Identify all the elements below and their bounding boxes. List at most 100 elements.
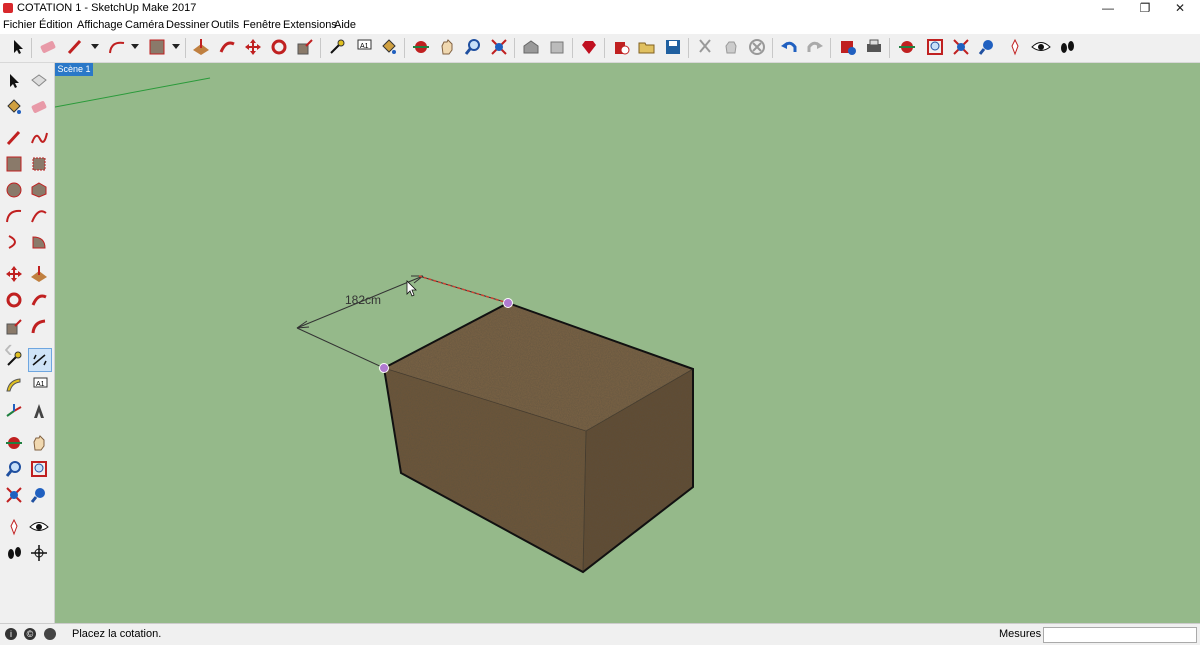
status-bar: i © Placez la cotation. Mesures xyxy=(0,623,1200,645)
zoom-window-icon[interactable] xyxy=(924,36,946,58)
pan-tool-icon[interactable] xyxy=(436,36,458,58)
minimize-button[interactable]: — xyxy=(1088,0,1128,17)
menu-outils[interactable]: Outils xyxy=(211,19,239,31)
orbit-camera-icon[interactable] xyxy=(896,36,918,58)
text-tool-icon[interactable]: A1 xyxy=(352,36,374,58)
close-button[interactable]: ✕ xyxy=(1160,0,1200,17)
paint-bucket-tool-icon[interactable] xyxy=(3,96,25,118)
zoom-extents-tool-icon[interactable] xyxy=(488,36,510,58)
pie-tool-icon[interactable] xyxy=(28,231,50,253)
look-around-icon[interactable] xyxy=(28,516,50,538)
print-icon[interactable] xyxy=(863,36,885,58)
measures-input[interactable] xyxy=(1043,627,1197,643)
rectangle-tool-icon[interactable] xyxy=(3,153,25,175)
arc-dropdown-icon[interactable] xyxy=(124,36,146,58)
orbit-tool-icon[interactable] xyxy=(410,36,432,58)
dimension-value-label[interactable]: 182cm xyxy=(345,293,381,307)
select-tool-icon[interactable] xyxy=(7,36,29,58)
select-tool-icon[interactable] xyxy=(3,70,25,92)
eraser-tool-icon[interactable] xyxy=(37,36,59,58)
protractor-tool-icon[interactable] xyxy=(3,374,25,396)
redo-icon[interactable] xyxy=(804,36,826,58)
wood-box[interactable] xyxy=(382,301,694,574)
push-pull-tool-icon[interactable] xyxy=(190,36,212,58)
menu-edition[interactable]: Édition xyxy=(39,19,73,31)
zoom-tool-icon[interactable] xyxy=(3,458,25,480)
line-tool-icon[interactable] xyxy=(3,127,25,149)
share-model-icon[interactable] xyxy=(546,36,568,58)
status-message: Placez la cotation. xyxy=(72,628,162,640)
zoom-extents-camera-icon[interactable] xyxy=(950,36,972,58)
ruby-console-icon[interactable] xyxy=(578,36,600,58)
restore-button[interactable]: ❐ xyxy=(1125,0,1165,17)
pencil-tool-icon[interactable] xyxy=(64,36,86,58)
open-file-icon[interactable] xyxy=(636,36,658,58)
arc-tool-icon[interactable] xyxy=(3,205,25,227)
menu-dessiner[interactable]: Dessiner xyxy=(166,19,209,31)
menu-fichier[interactable]: Fichier xyxy=(3,19,36,31)
model-canvas xyxy=(55,63,694,574)
rotate-tool-icon[interactable] xyxy=(3,289,25,311)
scale-tool-icon[interactable] xyxy=(294,36,316,58)
previous-view-icon[interactable] xyxy=(28,484,50,506)
tape-measure-tool-icon[interactable] xyxy=(326,36,348,58)
make-component-icon[interactable] xyxy=(28,70,50,92)
new-file-icon[interactable] xyxy=(610,36,632,58)
zoom-window-icon[interactable] xyxy=(28,458,50,480)
warehouse-icon[interactable] xyxy=(520,36,542,58)
scene-tab[interactable]: Scène 1 xyxy=(55,63,93,76)
save-file-icon[interactable] xyxy=(662,36,684,58)
text-tool-icon[interactable]: A1 xyxy=(28,374,50,396)
pencil-dropdown-icon[interactable] xyxy=(84,36,106,58)
mouse-cursor-icon xyxy=(406,280,417,297)
drawing-viewport[interactable]: 182cm xyxy=(55,63,1200,623)
dimension-tool-icon[interactable] xyxy=(28,348,52,372)
menu-bar: Fichier Édition Affichage Caméra Dessine… xyxy=(0,17,1200,34)
endpoint-marker xyxy=(503,298,513,308)
dimension-arrow-left xyxy=(296,320,310,329)
position-camera-icon[interactable] xyxy=(3,516,25,538)
freehand-tool-icon[interactable] xyxy=(28,127,50,149)
follow-me-tool-icon[interactable] xyxy=(216,36,238,58)
offset-tool-icon[interactable] xyxy=(28,316,50,338)
position-camera-icon[interactable] xyxy=(1004,36,1026,58)
menu-extensions[interactable]: Extensions xyxy=(283,19,337,31)
axes-tool-icon[interactable] xyxy=(3,400,25,422)
copy-icon[interactable] xyxy=(720,36,742,58)
two-point-arc-icon[interactable] xyxy=(28,205,50,227)
move-tool-icon[interactable] xyxy=(242,36,264,58)
pan-tool-icon[interactable] xyxy=(28,432,50,454)
push-pull-tool-icon[interactable] xyxy=(28,263,50,285)
eraser-tool-icon[interactable] xyxy=(28,96,50,118)
rotated-rectangle-icon[interactable] xyxy=(28,153,50,175)
paint-bucket-tool-icon[interactable] xyxy=(378,36,400,58)
undo-icon[interactable] xyxy=(778,36,800,58)
user-account-icon[interactable] xyxy=(44,628,56,640)
zoom-extents-tool-icon[interactable] xyxy=(3,484,25,506)
rectangle-dropdown-icon[interactable] xyxy=(165,36,187,58)
walk-tool-icon[interactable] xyxy=(1056,36,1078,58)
zoom-tool-icon[interactable] xyxy=(462,36,484,58)
sketchup-logo-icon xyxy=(3,3,13,13)
look-around-icon[interactable] xyxy=(1030,36,1052,58)
menu-aide[interactable]: Aide xyxy=(334,19,356,31)
model-info-icon[interactable] xyxy=(837,36,859,58)
menu-camera[interactable]: Caméra xyxy=(125,19,164,31)
move-tool-icon[interactable] xyxy=(3,263,25,285)
menu-affichage[interactable]: Affichage xyxy=(77,19,123,31)
delete-icon[interactable] xyxy=(746,36,768,58)
menu-fenetre[interactable]: Fenêtre xyxy=(243,19,281,31)
follow-me-tool-icon[interactable] xyxy=(28,289,50,311)
rotate-tool-icon[interactable] xyxy=(268,36,290,58)
cut-icon[interactable] xyxy=(694,36,716,58)
circle-tool-icon[interactable] xyxy=(3,179,25,201)
geolocation-icon[interactable]: i xyxy=(5,628,17,640)
three-point-arc-icon[interactable] xyxy=(3,231,25,253)
orbit-tool-icon[interactable] xyxy=(3,432,25,454)
previous-view-icon[interactable] xyxy=(976,36,998,58)
section-plane-icon[interactable] xyxy=(28,542,50,564)
walk-tool-icon[interactable] xyxy=(3,542,25,564)
credits-icon[interactable]: © xyxy=(24,628,36,640)
3d-text-tool-icon[interactable] xyxy=(28,400,50,422)
polygon-tool-icon[interactable] xyxy=(28,179,50,201)
